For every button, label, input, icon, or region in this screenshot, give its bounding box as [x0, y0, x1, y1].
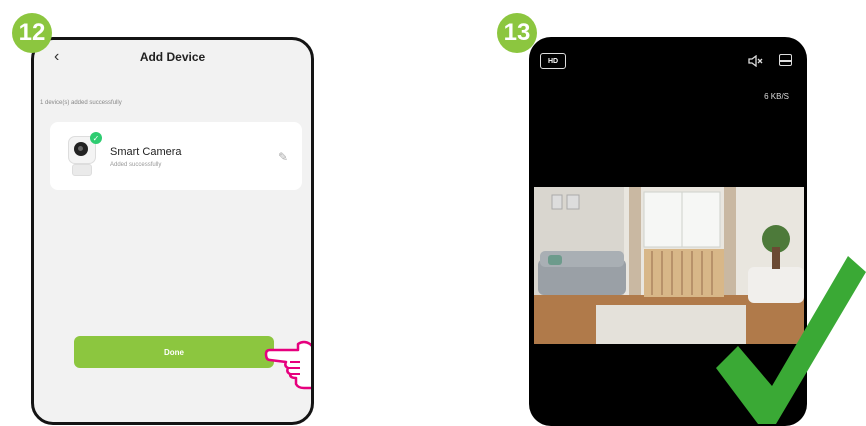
mute-icon[interactable]	[748, 55, 764, 67]
page-title: Add Device	[139, 50, 206, 64]
done-button[interactable]: Done	[74, 336, 274, 368]
hd-quality-button[interactable]: HD	[540, 53, 566, 69]
edit-pencil-icon[interactable]: ✎	[278, 150, 288, 164]
step-badge-13: 13	[497, 13, 537, 53]
added-status-text: 1 device(s) added successfully	[40, 100, 122, 106]
camera-thumbnail	[68, 136, 96, 176]
check-icon: ✓	[90, 132, 102, 144]
checkmark-icon	[716, 256, 866, 424]
device-card[interactable]: ✓ Smart Camera Added successfully ✎	[50, 122, 302, 190]
phone-add-device-screen: ‹ Add Device 1 device(s) added successfu…	[31, 37, 314, 425]
step-badge-12: 12	[12, 13, 52, 53]
bitrate-readout: 6 KB/S	[764, 92, 789, 101]
layout-icon[interactable]	[779, 54, 792, 66]
pointing-hand-icon	[264, 340, 311, 390]
device-status: Added successfully	[110, 162, 162, 168]
device-name: Smart Camera	[110, 146, 182, 158]
